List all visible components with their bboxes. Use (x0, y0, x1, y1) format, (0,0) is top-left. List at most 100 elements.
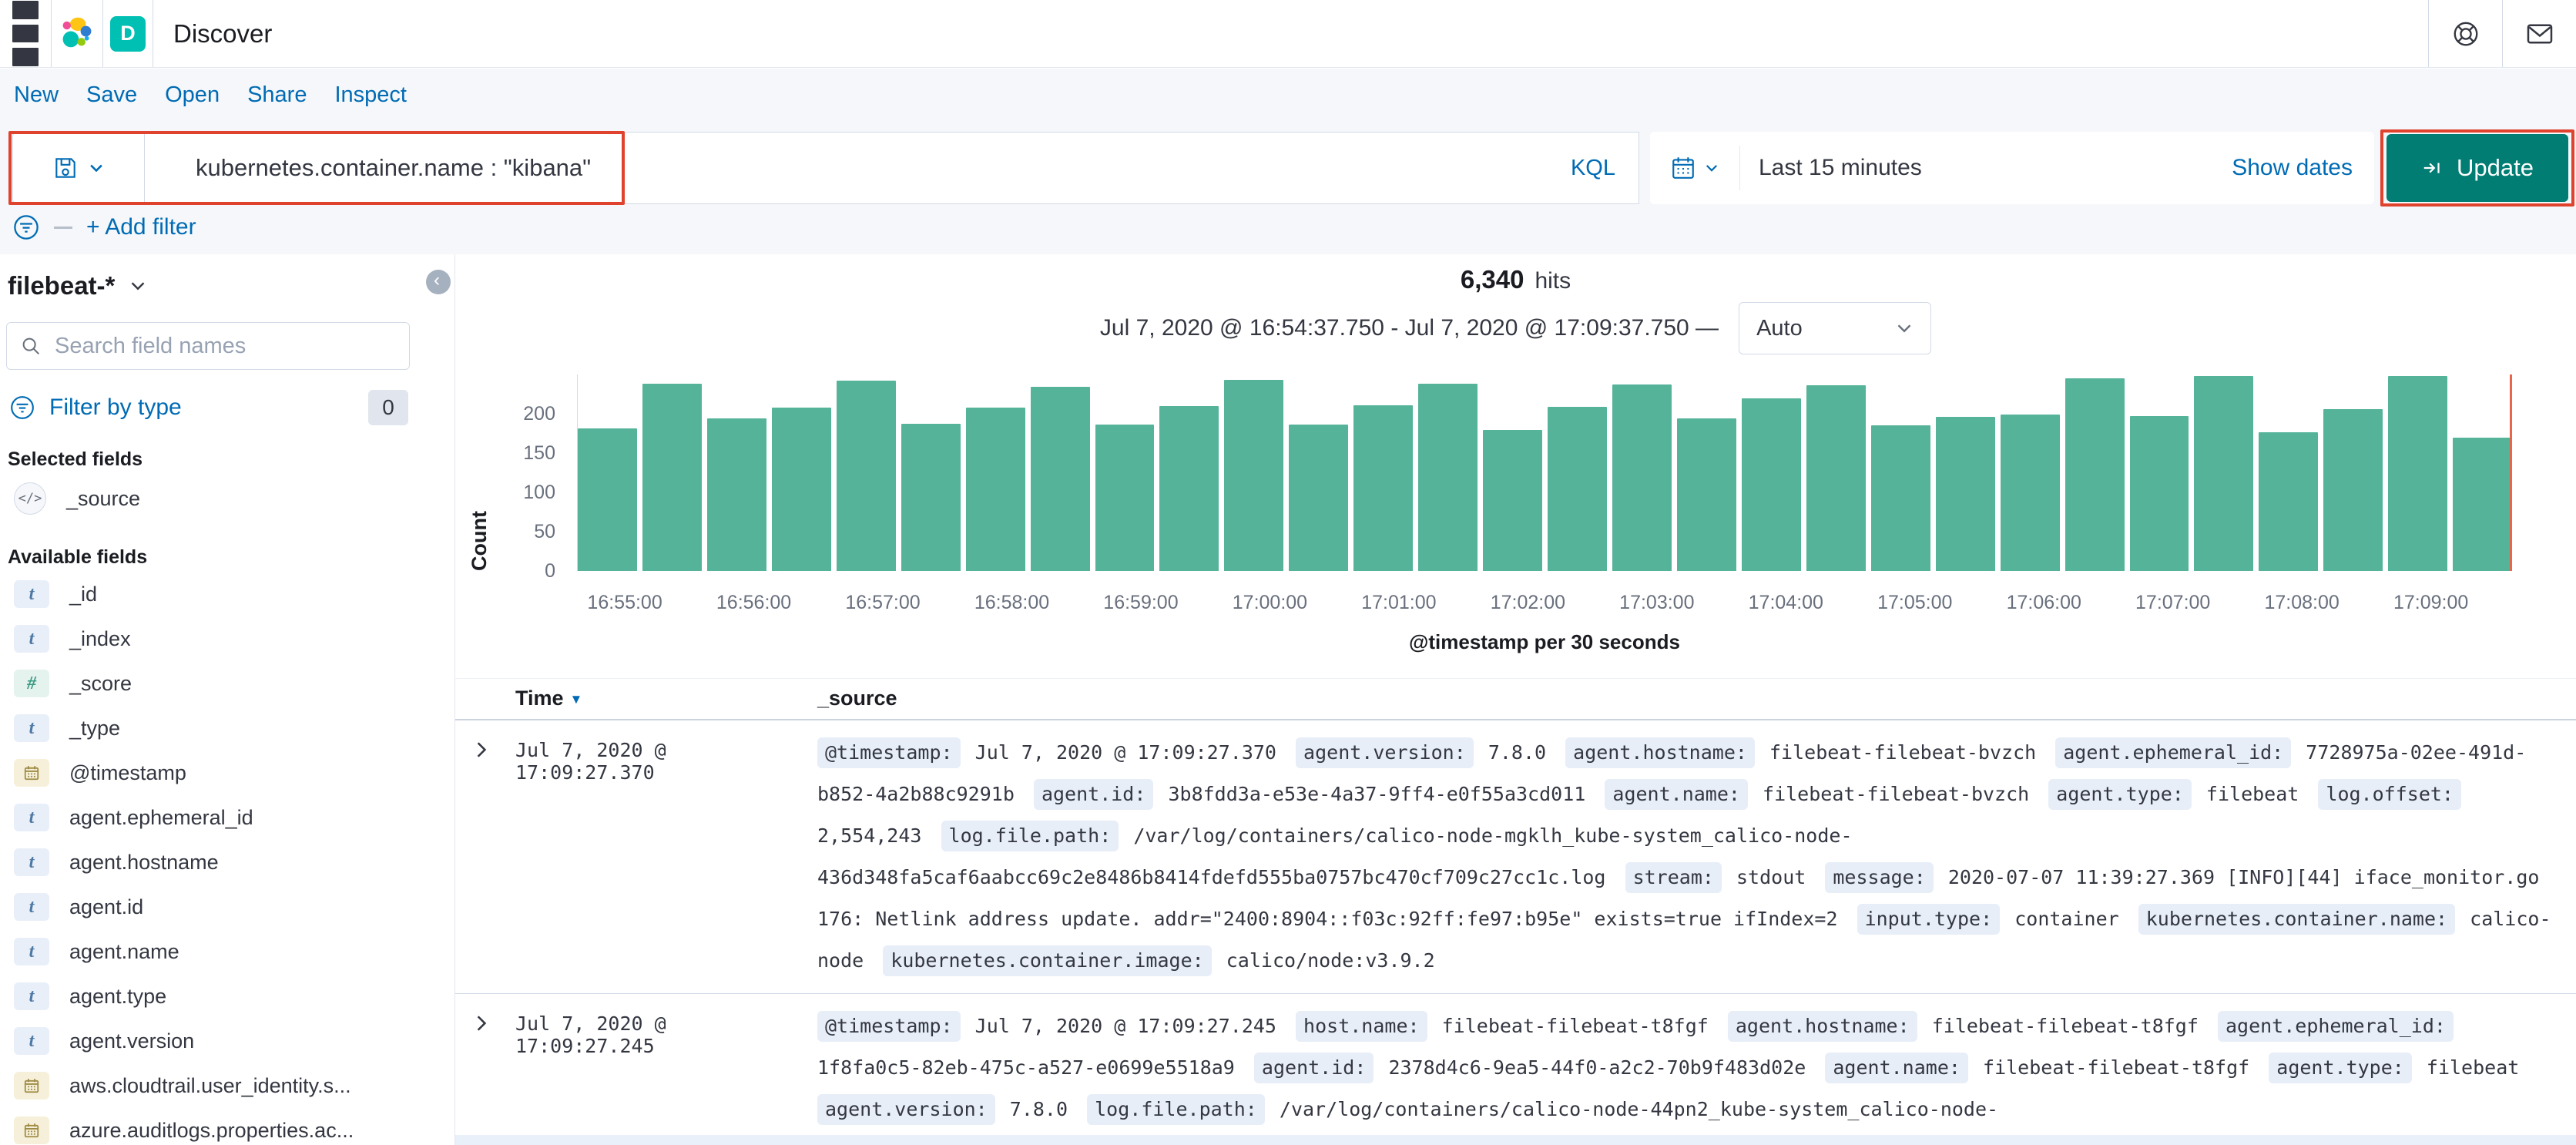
histogram-bar[interactable] (2000, 415, 2060, 571)
available-fields-list: t _id t _index # _score t _type @timestamp t agent… (0, 572, 454, 1145)
field-item-agent.ephemeral_id[interactable]: t agent.ephemeral_id (0, 795, 454, 840)
source-field-key: agent.ephemeral_id: (2055, 737, 2292, 768)
histogram-bar[interactable] (2388, 376, 2448, 571)
field-item-agent.name[interactable]: t agent.name (0, 929, 454, 974)
row-time-value: Jul 7, 2020 @ 17:09:27.245 (515, 1012, 666, 1057)
field-item-agent.id[interactable]: t agent.id (0, 885, 454, 929)
histogram-bar[interactable] (1418, 384, 1478, 571)
source-field-key: @timestamp: (817, 737, 961, 768)
histogram-bar[interactable] (1935, 417, 1995, 571)
histogram-bar[interactable] (2453, 437, 2513, 571)
search-query-input[interactable]: kubernetes.container.name : "kibana" KQL (145, 132, 1639, 204)
date-field-icon (14, 1116, 49, 1144)
toolbar-link-new[interactable]: New (14, 82, 59, 108)
field-item-_score[interactable]: # _score (0, 661, 454, 706)
index-pattern-selector[interactable]: filebeat-* (8, 271, 454, 301)
x-tick-label: 16:57:00 (845, 592, 921, 613)
expand-row-button[interactable] (471, 1012, 492, 1036)
collapse-sidebar-button[interactable]: ‹ (426, 270, 451, 294)
help-icon[interactable] (2429, 0, 2502, 67)
add-filter-button[interactable]: + Add filter (86, 214, 196, 240)
histogram-bar[interactable] (1870, 425, 1930, 571)
toolbar-link-save[interactable]: Save (86, 82, 137, 108)
histogram-bar[interactable] (2259, 432, 2319, 571)
query-bar: kubernetes.container.name : "kibana" KQL… (8, 129, 2574, 207)
histogram-bar[interactable] (1676, 418, 1736, 571)
histogram-bar[interactable] (2064, 378, 2125, 571)
field-item-agent.version[interactable]: t agent.version (0, 1019, 454, 1063)
field-item-azure.auditlogs.properties.ac...[interactable]: azure.auditlogs.properties.ac... (0, 1108, 454, 1145)
query-language-button[interactable]: KQL (1571, 156, 1615, 181)
histogram-bar[interactable] (642, 384, 702, 571)
sub-header: New Save Open Share Inspect kubernetes.conta… (0, 69, 2576, 254)
update-button[interactable]: Update (2386, 134, 2568, 202)
histogram-bar[interactable] (706, 418, 766, 571)
field-item-@timestamp[interactable]: @timestamp (0, 750, 454, 795)
arrow-into-bar-icon (2423, 163, 2440, 173)
histogram-bar[interactable] (836, 381, 896, 571)
histogram-bar[interactable] (2129, 416, 2189, 571)
string-field-icon: t (14, 938, 49, 965)
expand-row-button[interactable] (471, 739, 492, 763)
menu-icon[interactable] (0, 0, 51, 67)
x-tick-label: 17:07:00 (2135, 592, 2211, 613)
field-item-_index[interactable]: t _index (0, 616, 454, 661)
field-item-_id[interactable]: t _id (0, 572, 454, 616)
histogram-bar[interactable] (771, 407, 831, 571)
saved-query-button[interactable] (12, 132, 145, 204)
x-tick-label: 16:56:00 (716, 592, 792, 613)
source-field-icon: </> (14, 482, 46, 515)
field-search-input[interactable] (53, 332, 397, 360)
string-field-icon: t (14, 982, 49, 1010)
time-range-value[interactable]: Last 15 minutes (1759, 155, 1922, 181)
histogram-bar[interactable] (1806, 385, 1866, 571)
histogram-bar[interactable] (1741, 398, 1801, 571)
x-tick-label: 17:00:00 (1232, 592, 1308, 613)
histogram-bar[interactable] (2323, 408, 2383, 571)
show-dates-button[interactable]: Show dates (2232, 155, 2353, 181)
query-text[interactable]: kubernetes.container.name : "kibana" (196, 154, 1571, 182)
histogram-bar[interactable] (2194, 376, 2254, 571)
histogram-bar[interactable] (901, 424, 961, 571)
string-field-icon: t (14, 625, 49, 653)
elastic-logo-icon[interactable] (52, 0, 102, 67)
toolbar-link-open[interactable]: Open (165, 82, 220, 108)
field-item-_source[interactable]: </> _source (0, 474, 454, 523)
source-field-value: Jul 7, 2020 @ 17:09:27.370 (974, 741, 1276, 764)
source-field-value: 2,554,243 (817, 824, 922, 847)
field-item-agent.hostname[interactable]: t agent.hostname (0, 840, 454, 885)
source-field-key: agent.name: (1825, 1053, 1968, 1083)
histogram-bar[interactable] (1030, 387, 1090, 571)
histogram-bar[interactable] (1095, 425, 1155, 571)
floppy-disk-icon (55, 158, 75, 178)
chevron-down-icon (1897, 324, 1911, 333)
field-item-agent.type[interactable]: t agent.type (0, 974, 454, 1019)
histogram-bar[interactable] (1224, 380, 1284, 571)
time-range-row: Jul 7, 2020 @ 16:54:37.750 - Jul 7, 2020… (455, 302, 2576, 354)
calendar-button[interactable] (1650, 155, 1739, 181)
filter-by-type-label: Filter by type (49, 395, 182, 420)
histogram-bar[interactable] (1159, 405, 1219, 571)
page-title: Discover (173, 18, 273, 48)
time-column-header[interactable]: Time ▼ (515, 687, 582, 710)
interval-select[interactable]: Auto (1739, 302, 1932, 354)
field-label: agent.hostname (69, 850, 219, 874)
histogram-bar[interactable] (1289, 425, 1349, 571)
source-field-key: agent.type: (2048, 779, 2192, 810)
histogram-bar[interactable] (1612, 384, 1672, 571)
field-item-aws.cloudtrail.user_identity.s...[interactable]: aws.cloudtrail.user_identity.s... (0, 1063, 454, 1108)
histogram-bar[interactable] (1548, 406, 1607, 571)
histogram-bar[interactable] (965, 407, 1025, 571)
field-item-_type[interactable]: t _type (0, 706, 454, 750)
histogram-bar[interactable] (1483, 430, 1543, 571)
histogram-bar[interactable] (578, 428, 637, 571)
source-field-key: agent.hostname: (1565, 737, 1755, 768)
newsfeed-envelope-icon[interactable] (2503, 0, 2576, 67)
toolbar-link-share[interactable]: Share (247, 82, 307, 108)
histogram-bar[interactable] (1353, 405, 1414, 571)
string-field-icon: t (14, 893, 49, 921)
filter-by-type-button[interactable]: Filter by type 0 (9, 390, 408, 425)
toolbar-link-inspect[interactable]: Inspect (334, 82, 407, 108)
histogram-plot (577, 374, 2513, 571)
source-field-value: 2378d4c6-9ea5-44f0-a2c2-70b9f483d02e (1388, 1056, 1806, 1079)
